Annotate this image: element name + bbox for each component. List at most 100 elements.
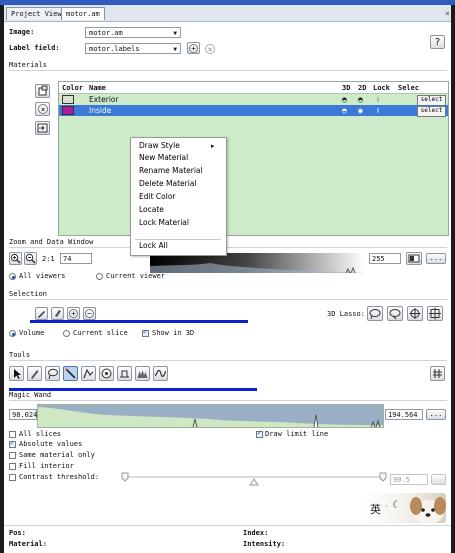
menu-item-draw-style[interactable]: Draw Style — [139, 140, 180, 152]
tab-motor-am[interactable]: motor.am — [61, 7, 105, 20]
lasso-3d-button-1[interactable] — [367, 306, 383, 321]
wand-histogram[interactable] — [37, 404, 384, 428]
volume-radio[interactable] — [9, 330, 16, 337]
same-material-only-label: Same material only — [19, 451, 95, 459]
current-slice-radio[interactable] — [63, 330, 70, 337]
contrast-threshold-label: Contrast threshold: — [19, 473, 100, 481]
lock-icon[interactable]: ▯ — [376, 94, 380, 105]
same-material-only-checkbox[interactable] — [9, 452, 16, 459]
current-viewer-radio[interactable] — [96, 273, 103, 280]
threshold-tool-button[interactable] — [135, 366, 150, 381]
magic-wand-tool-button[interactable] — [63, 366, 78, 381]
annotation-underline — [30, 320, 248, 323]
show-in-3d-checkbox[interactable] — [142, 328, 149, 337]
material-name: Exterior — [89, 95, 119, 104]
lasso-3d-button-2[interactable] — [387, 306, 403, 321]
intensity-label: Intensity: — [243, 540, 286, 548]
menu-item-lock-material[interactable]: Lock Material — [139, 217, 189, 229]
current-slice-label: Current slice — [73, 329, 128, 337]
zoom-more-button[interactable]: ... — [426, 253, 446, 264]
image-combo[interactable]: motor.am ▼ — [85, 27, 181, 38]
menu-item-rename-material[interactable]: Rename Material — [139, 165, 203, 177]
materials-section-title: Materials — [9, 61, 47, 69]
all-viewers-radio[interactable] — [9, 273, 16, 280]
draw-limit-line-checkbox[interactable] — [256, 429, 263, 438]
material-row-inside[interactable]: Inside ◓ ◉ ▯ select — [59, 105, 448, 117]
lasso-tool-icon — [48, 368, 58, 380]
colormap-button[interactable] — [406, 252, 422, 265]
lasso-tool-button[interactable] — [45, 366, 60, 381]
magic-wand-section-title: Magic Wand — [9, 391, 52, 399]
section-divider — [9, 247, 447, 248]
fill-interior-checkbox[interactable] — [9, 463, 16, 470]
visible-3d-icon[interactable]: ◓ — [342, 94, 347, 105]
new-material-button[interactable] — [35, 84, 50, 98]
contrast-threshold-field[interactable]: 90.5 — [390, 474, 428, 485]
visible-3d-icon[interactable]: ◓ — [342, 105, 347, 116]
image-label: Image: — [9, 28, 35, 36]
add-selection-button[interactable] — [35, 307, 48, 320]
tab-project-view[interactable]: Project View — [6, 7, 67, 20]
top-hat-tool-button[interactable] — [117, 366, 132, 381]
data-window-min-field[interactable]: 74 — [60, 253, 92, 264]
absolute-values-checkbox[interactable] — [9, 439, 16, 448]
remove-icon: × — [38, 104, 48, 114]
chevron-down-icon: ▼ — [173, 46, 177, 53]
color-swatch[interactable] — [62, 106, 74, 115]
materials-header: Color Name 3D 2D Lock Selec — [59, 82, 448, 94]
replace-selection-button[interactable] — [51, 307, 64, 320]
label-field-combo[interactable]: motor.labels ▼ — [85, 43, 181, 54]
label-field-add-button[interactable]: + — [187, 42, 200, 54]
data-window-max-field[interactable]: 255 — [369, 253, 401, 264]
add-to-material-button[interactable]: + — [67, 307, 80, 320]
zoom-ratio: 2:1 — [42, 255, 55, 263]
help-button[interactable]: ? — [430, 35, 445, 49]
remove-icon[interactable]: × — [205, 44, 215, 54]
pointer-tool-button[interactable] — [9, 366, 24, 381]
puppy-mascot-icon — [410, 497, 446, 523]
menu-item-delete-material[interactable]: Delete Material — [139, 178, 197, 190]
tool-options-button[interactable] — [430, 366, 445, 381]
menu-item-locate[interactable]: Locate — [139, 204, 164, 216]
menu-item-lock-all[interactable]: Lock All — [139, 240, 168, 252]
contrast-slider[interactable] — [120, 472, 388, 486]
lasso-3d-button-4[interactable] — [427, 306, 443, 321]
smooth-tool-button[interactable] — [153, 366, 168, 381]
wand-more-button[interactable]: ... — [426, 409, 446, 420]
wand-min-field[interactable]: 98.0242 — [9, 409, 42, 420]
lasso-3d-button-3[interactable] — [407, 306, 423, 321]
all-viewers-label: All viewers — [19, 272, 66, 280]
window-frame-right — [451, 5, 455, 553]
delete-material-button[interactable]: × — [35, 102, 50, 116]
image-combo-value: motor.am — [89, 29, 123, 37]
lock-icon[interactable]: ▯ — [376, 105, 380, 116]
data-window-histogram[interactable] — [150, 253, 365, 273]
blow-tool-button[interactable] — [99, 366, 114, 381]
material-status-label: Material: — [9, 540, 47, 548]
menu-item-new-material[interactable]: New Material — [139, 152, 188, 164]
zoom-in-button[interactable] — [9, 252, 22, 265]
all-slices-checkbox[interactable] — [9, 431, 16, 438]
propagating-contour-tool-icon — [83, 368, 94, 379]
label-field-combo-value: motor.labels — [89, 45, 140, 53]
color-swatch[interactable] — [62, 95, 74, 104]
subtract-icon: − — [85, 309, 94, 318]
zoom-out-button[interactable] — [24, 252, 37, 265]
top-hat-tool-icon — [120, 370, 129, 378]
close-tab-icon[interactable]: × — [445, 9, 450, 18]
ime-widget[interactable]: 英 · ☾ — [364, 493, 446, 523]
contrast-threshold-checkbox[interactable] — [9, 474, 16, 481]
visible-2d-icon[interactable]: ◓ — [358, 94, 363, 105]
material-row-exterior[interactable]: Exterior ◓ ◓ ▯ select — [59, 94, 448, 106]
visible-2d-icon[interactable]: ◉ — [358, 105, 363, 116]
propagating-contour-tool-button[interactable] — [81, 366, 96, 381]
menu-item-edit-color[interactable]: Edit Color — [139, 191, 176, 203]
move-icon — [409, 308, 421, 319]
select-button[interactable]: select — [417, 106, 446, 117]
contrast-spin-button[interactable] — [431, 474, 446, 485]
subtract-from-material-button[interactable]: − — [83, 307, 96, 320]
wand-max-field[interactable]: 194.564 — [385, 409, 423, 420]
column-header-color: Color — [62, 84, 84, 92]
import-material-button[interactable] — [35, 121, 50, 135]
brush-tool-button[interactable] — [27, 366, 42, 381]
